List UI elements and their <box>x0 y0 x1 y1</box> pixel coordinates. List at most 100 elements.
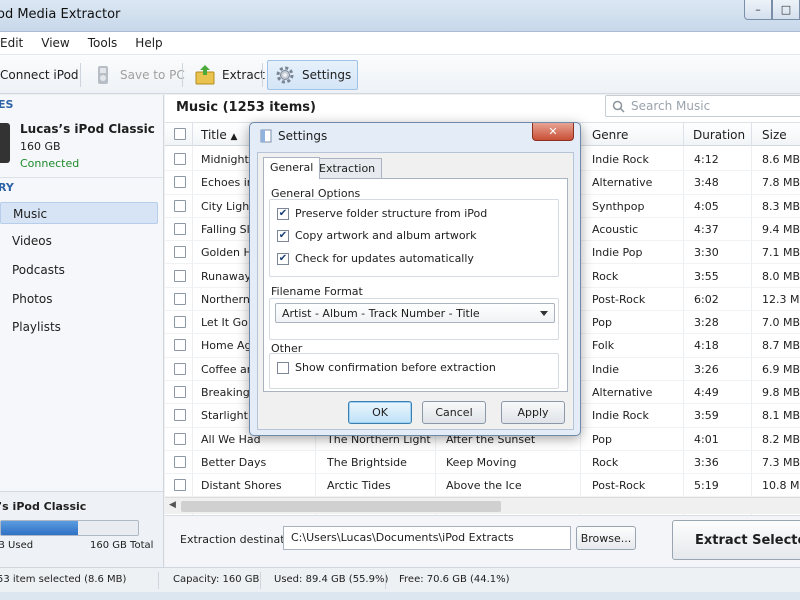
cell-album: Above the Ice <box>446 479 522 493</box>
row-checkbox[interactable] <box>174 479 186 492</box>
cell-duration: 4:12 <box>694 153 719 166</box>
preserve-folder-label[interactable]: Preserve folder structure from iPod <box>295 207 487 220</box>
menu-help[interactable]: Help <box>126 36 171 50</box>
row-checkbox[interactable] <box>174 292 186 305</box>
cell-duration: 3:48 <box>694 176 719 190</box>
browse-button[interactable]: Browse... <box>576 526 636 550</box>
table-row[interactable]: Distant Shores Arctic Tides Above the Ice P… <box>165 474 800 498</box>
cell-genre: Indie Pop <box>592 246 643 260</box>
menu-bar: Edit View Tools Help <box>0 32 800 54</box>
table-row[interactable]: Better Days The Brightside Keep Moving Rock… <box>165 451 800 475</box>
extract-button[interactable]: Extract <box>188 60 271 90</box>
toolbar-settings-label: Settings <box>302 68 352 82</box>
row-checkbox[interactable] <box>174 269 186 282</box>
device-name[interactable]: Lucas’s iPod Classic <box>20 122 155 136</box>
cancel-button[interactable]: Cancel <box>422 401 486 424</box>
cell-genre: Post-Rock <box>592 292 646 306</box>
cell-genre: Indie Rock <box>592 409 649 423</box>
row-checkbox[interactable] <box>174 316 186 329</box>
check-updates-label[interactable]: Check for updates automatically <box>295 252 474 265</box>
library-header: RY <box>0 181 14 194</box>
cell-duration: 3:55 <box>694 269 719 283</box>
column-header-title[interactable]: Title ▲ <box>201 128 237 142</box>
sidebar-item-photos[interactable]: Photos <box>0 288 158 310</box>
column-header-genre[interactable]: Genre <box>592 128 628 142</box>
column-title-label: Title <box>201 128 227 142</box>
maximize-button[interactable]: □ <box>772 0 800 20</box>
row-checkbox[interactable] <box>174 362 186 375</box>
tab-general[interactable]: General <box>263 157 321 179</box>
preserve-folder-checkbox[interactable]: ✔ <box>277 208 289 220</box>
row-checkbox[interactable] <box>174 222 186 235</box>
sidebar-item-videos[interactable]: Videos <box>0 230 158 252</box>
search-input[interactable]: Search Music <box>605 95 800 117</box>
filename-format-select[interactable]: Artist - Album - Track Number - Title <box>275 303 555 323</box>
row-checkbox[interactable] <box>174 246 186 259</box>
extract-selected-label: Extract Selected <box>695 532 800 548</box>
row-checkbox[interactable] <box>174 339 186 352</box>
cell-size: 8.3 MB <box>762 199 800 213</box>
cell-genre: Rock <box>592 455 619 469</box>
destination-path-input[interactable]: C:\Users\Lucas\Documents\iPod Extracts <box>283 526 571 550</box>
cell-duration: 3:28 <box>694 316 719 330</box>
row-checkbox[interactable] <box>174 199 186 212</box>
cell-genre: Alternative <box>592 386 653 399</box>
checkmark-icon: ✔ <box>278 253 288 264</box>
cell-size: 8.0 MB <box>762 269 800 283</box>
scrollbar-thumb[interactable] <box>181 501 501 512</box>
column-separator <box>683 123 684 147</box>
menu-tools[interactable]: Tools <box>79 36 127 50</box>
apply-button[interactable]: Apply <box>501 401 565 424</box>
row-checkbox[interactable] <box>174 409 186 422</box>
status-free: Free: 70.6 GB (44.1%) <box>399 574 510 585</box>
row-checkbox[interactable] <box>174 455 186 468</box>
ok-button[interactable]: OK <box>348 401 412 424</box>
cell-size: 6.9 MB <box>762 362 800 376</box>
sort-ascending-icon: ▲ <box>230 132 238 142</box>
select-all-checkbox[interactable] <box>174 128 186 140</box>
cell-album: Keep Moving <box>446 455 517 469</box>
row-checkbox[interactable] <box>174 153 186 165</box>
row-checkbox[interactable] <box>174 386 186 398</box>
tab-extraction[interactable]: Extraction <box>312 158 383 178</box>
column-separator <box>751 123 752 147</box>
show-confirmation-checkbox[interactable] <box>277 362 289 374</box>
sidebar-item-music[interactable]: Music <box>0 202 158 224</box>
settings-window-icon <box>260 129 272 143</box>
check-updates-checkbox[interactable]: ✔ <box>277 253 289 265</box>
horizontal-scrollbar[interactable]: ◀ <box>165 497 800 514</box>
checkmark-icon: ✔ <box>278 230 288 241</box>
sidebar-item-podcasts[interactable]: Podcasts <box>0 259 158 281</box>
cell-artist: Arctic Tides <box>327 479 391 493</box>
cell-duration: 3:59 <box>694 409 719 423</box>
cell-size: 8.7 MB <box>762 339 800 353</box>
copy-artwork-label[interactable]: Copy artwork and album artwork <box>295 229 476 242</box>
devices-header: ES <box>0 98 14 111</box>
extract-selected-button[interactable]: Extract Selected <box>672 520 800 560</box>
extract-folder-icon <box>194 64 216 86</box>
cell-size: 7.1 MB <box>762 246 800 260</box>
settings-button[interactable]: Settings <box>267 60 359 90</box>
status-capacity: Capacity: 160 GB <box>173 574 260 585</box>
menu-view[interactable]: View <box>32 36 78 50</box>
save-to-pc-button[interactable]: Save to PC <box>86 60 191 90</box>
cell-size: 9.4 MB <box>762 222 800 236</box>
connect-ipod-button[interactable]: Connect iPod <box>0 60 85 90</box>
column-header-duration[interactable]: Duration <box>693 128 745 142</box>
minimize-button[interactable]: – <box>744 0 772 20</box>
column-header-size[interactable]: Size <box>762 128 787 142</box>
storage-total-label: 160 GB Total <box>90 540 154 551</box>
dialog-body: General Extraction General Options ✔ Pre… <box>257 152 574 430</box>
scroll-left-icon[interactable]: ◀ <box>169 500 176 510</box>
row-checkbox[interactable] <box>174 176 186 189</box>
cell-duration: 3:36 <box>694 455 719 469</box>
cell-size: 7.0 MB <box>762 316 800 330</box>
copy-artwork-checkbox[interactable]: ✔ <box>277 230 289 242</box>
gear-icon <box>274 64 296 86</box>
show-confirmation-label[interactable]: Show confirmation before extraction <box>295 361 496 374</box>
row-checkbox[interactable] <box>174 432 186 445</box>
sidebar-item-playlists[interactable]: Playlists <box>0 316 158 338</box>
menu-edit[interactable]: Edit <box>0 36 32 50</box>
dialog-close-button[interactable]: ✕ <box>532 123 574 141</box>
status-selected: 53 item selected (8.6 MB) <box>0 574 127 585</box>
